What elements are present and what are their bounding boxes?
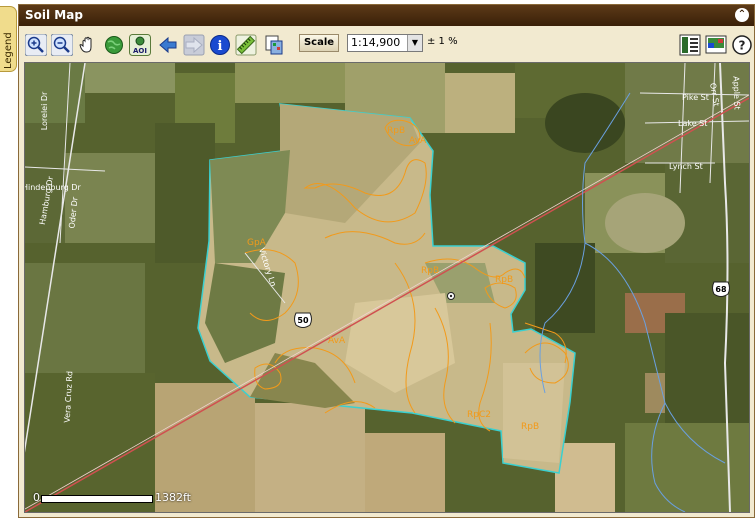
info-text: i: [218, 39, 223, 54]
help-text: ?: [739, 39, 746, 53]
window-title: Soil Map: [25, 8, 83, 22]
scale-value: 1:14,900: [351, 36, 401, 49]
street-label: Lake St: [678, 119, 707, 128]
scale-select[interactable]: 1:14,900 ▼: [347, 34, 423, 52]
scale-bar-start: 0: [33, 491, 40, 504]
us68-number: 68: [715, 285, 727, 294]
identify-info-icon[interactable]: i: [209, 34, 231, 56]
soil-label: AvA: [328, 336, 346, 346]
us50-number: 50: [297, 316, 309, 325]
map-view[interactable]: RpB AvA GpA RpB RpB AvA RpC2 RpB Lorelei…: [24, 62, 750, 513]
help-icon[interactable]: ?: [731, 34, 753, 56]
scale-accuracy: ± 1 %: [427, 36, 458, 47]
street-label: Lorelei Dr: [40, 91, 49, 130]
scale-bar-graphic: [41, 495, 153, 503]
scale-button[interactable]: Scale: [299, 34, 339, 52]
print-map-icon[interactable]: [705, 34, 727, 56]
chevron-down-icon[interactable]: ▼: [407, 35, 422, 51]
measure-ruler-icon[interactable]: [235, 34, 257, 56]
collapse-icon[interactable]: ⌃: [735, 8, 749, 22]
legend-tab-label: Legend: [3, 32, 14, 69]
soil-label: RpB: [387, 126, 405, 136]
clear-selection-icon[interactable]: [263, 34, 285, 56]
legend-layout-icon[interactable]: [679, 34, 701, 56]
zoom-in-icon[interactable]: [25, 34, 47, 56]
street-label: Pike St: [682, 93, 709, 102]
street-label: Apple St: [731, 76, 741, 110]
soil-label: RpB: [495, 275, 513, 285]
map-toolbar: AOI i Scale 1:14,900 ▼ ± 1 % ?: [19, 26, 754, 62]
us68-shield: 68: [712, 281, 730, 297]
us50-shield: 50: [294, 312, 312, 328]
zoom-aoi-icon[interactable]: AOI: [129, 34, 151, 56]
full-extent-globe-icon[interactable]: [103, 34, 125, 56]
pan-hand-icon[interactable]: [77, 34, 99, 56]
aoi-text: AOI: [133, 47, 147, 55]
back-arrow-icon[interactable]: [157, 34, 179, 56]
street-label: Hindenburg Dr: [25, 183, 81, 192]
soil-label: RpB: [421, 266, 439, 276]
zoom-out-icon[interactable]: [51, 34, 73, 56]
title-bar: Soil Map ⌃: [19, 5, 754, 26]
soil-map-window: Soil Map ⌃ AOI i Scale 1:14,900 ▼ ± 1 % …: [18, 4, 755, 518]
street-label: Lynch St: [669, 162, 703, 171]
soil-label: AvA: [409, 136, 427, 146]
scale-bar-distance: 1382ft: [155, 491, 191, 504]
forward-arrow-icon[interactable]: [183, 34, 205, 56]
soil-label: RpB: [521, 422, 539, 432]
soil-label: RpC2: [467, 410, 491, 420]
aerial-map[interactable]: RpB AvA GpA RpB RpB AvA RpC2 RpB Lorelei…: [25, 63, 749, 512]
legend-tab[interactable]: Legend: [0, 6, 17, 72]
